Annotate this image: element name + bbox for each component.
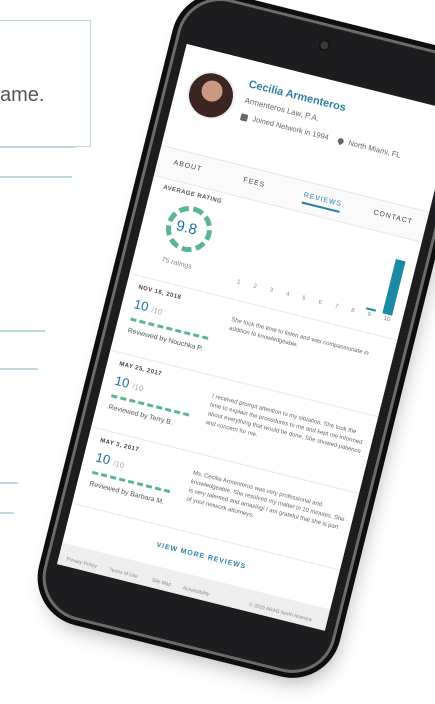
review-author: Reviewed by Nouchka P. xyxy=(126,327,204,353)
review-score-max: /10 xyxy=(131,382,145,394)
location-text: North Miami, FL xyxy=(347,138,402,160)
map-pin-icon xyxy=(336,137,345,146)
footer-link-accessibility[interactable]: Accessibility xyxy=(182,585,210,597)
footer-copyright: © 2019 ARAG North America xyxy=(248,601,313,624)
review-score-value: 10 xyxy=(113,372,132,391)
phone-mockup: Cecilia Armenteros Armenteros Law, P.A. … xyxy=(0,0,435,704)
briefcase-icon xyxy=(239,112,249,122)
rating-bar-label: 4 xyxy=(285,291,290,299)
tab-contact[interactable]: CONTACT xyxy=(373,209,414,226)
review-score: 10 /10 xyxy=(133,296,165,318)
rating-bar-label: 3 xyxy=(268,287,274,295)
avatar xyxy=(181,66,241,125)
review-score: 10 /10 xyxy=(94,450,126,472)
rating-bar-label: 9 xyxy=(366,311,372,319)
camera-icon xyxy=(319,40,330,51)
rating-bar-label: 2 xyxy=(252,283,258,290)
ratings-count: 75 ratings xyxy=(160,256,193,271)
rating-bar-10 xyxy=(381,258,406,316)
footer-link-privacy[interactable]: Privacy Policy xyxy=(66,556,98,569)
footer-link-sitemap[interactable]: Site Map xyxy=(151,578,172,589)
rating-bar-label: 5 xyxy=(301,295,307,303)
footer-link-terms[interactable]: Terms of Use xyxy=(108,567,138,580)
rating-bar-label: 10 xyxy=(382,315,391,324)
review-score-max: /10 xyxy=(150,305,164,317)
rating-bar-label: 1 xyxy=(236,279,241,286)
review-score-value: 10 xyxy=(94,449,112,468)
rating-bar-label: 8 xyxy=(350,307,356,315)
background-text-fragment: ame. xyxy=(0,84,45,106)
location-info: North Miami, FL xyxy=(336,136,402,160)
tab-reviews[interactable]: REVIEWS xyxy=(301,191,343,213)
rating-bar-label: 7 xyxy=(334,303,339,311)
rating-bar-label: 6 xyxy=(317,299,323,307)
phone-body: Cecilia Armenteros Armenteros Law, P.A. … xyxy=(33,0,435,683)
tab-fees[interactable]: FEES xyxy=(243,177,266,189)
review-score-value: 10 xyxy=(132,296,151,315)
review-score: 10 /10 xyxy=(113,373,145,395)
review-score-max: /10 xyxy=(112,458,126,471)
review-author: Reviewed by Barbara M. xyxy=(88,480,165,506)
tab-about[interactable]: ABOUT xyxy=(173,159,203,173)
phone-screen: Cecilia Armenteros Armenteros Law, P.A. … xyxy=(57,43,435,631)
